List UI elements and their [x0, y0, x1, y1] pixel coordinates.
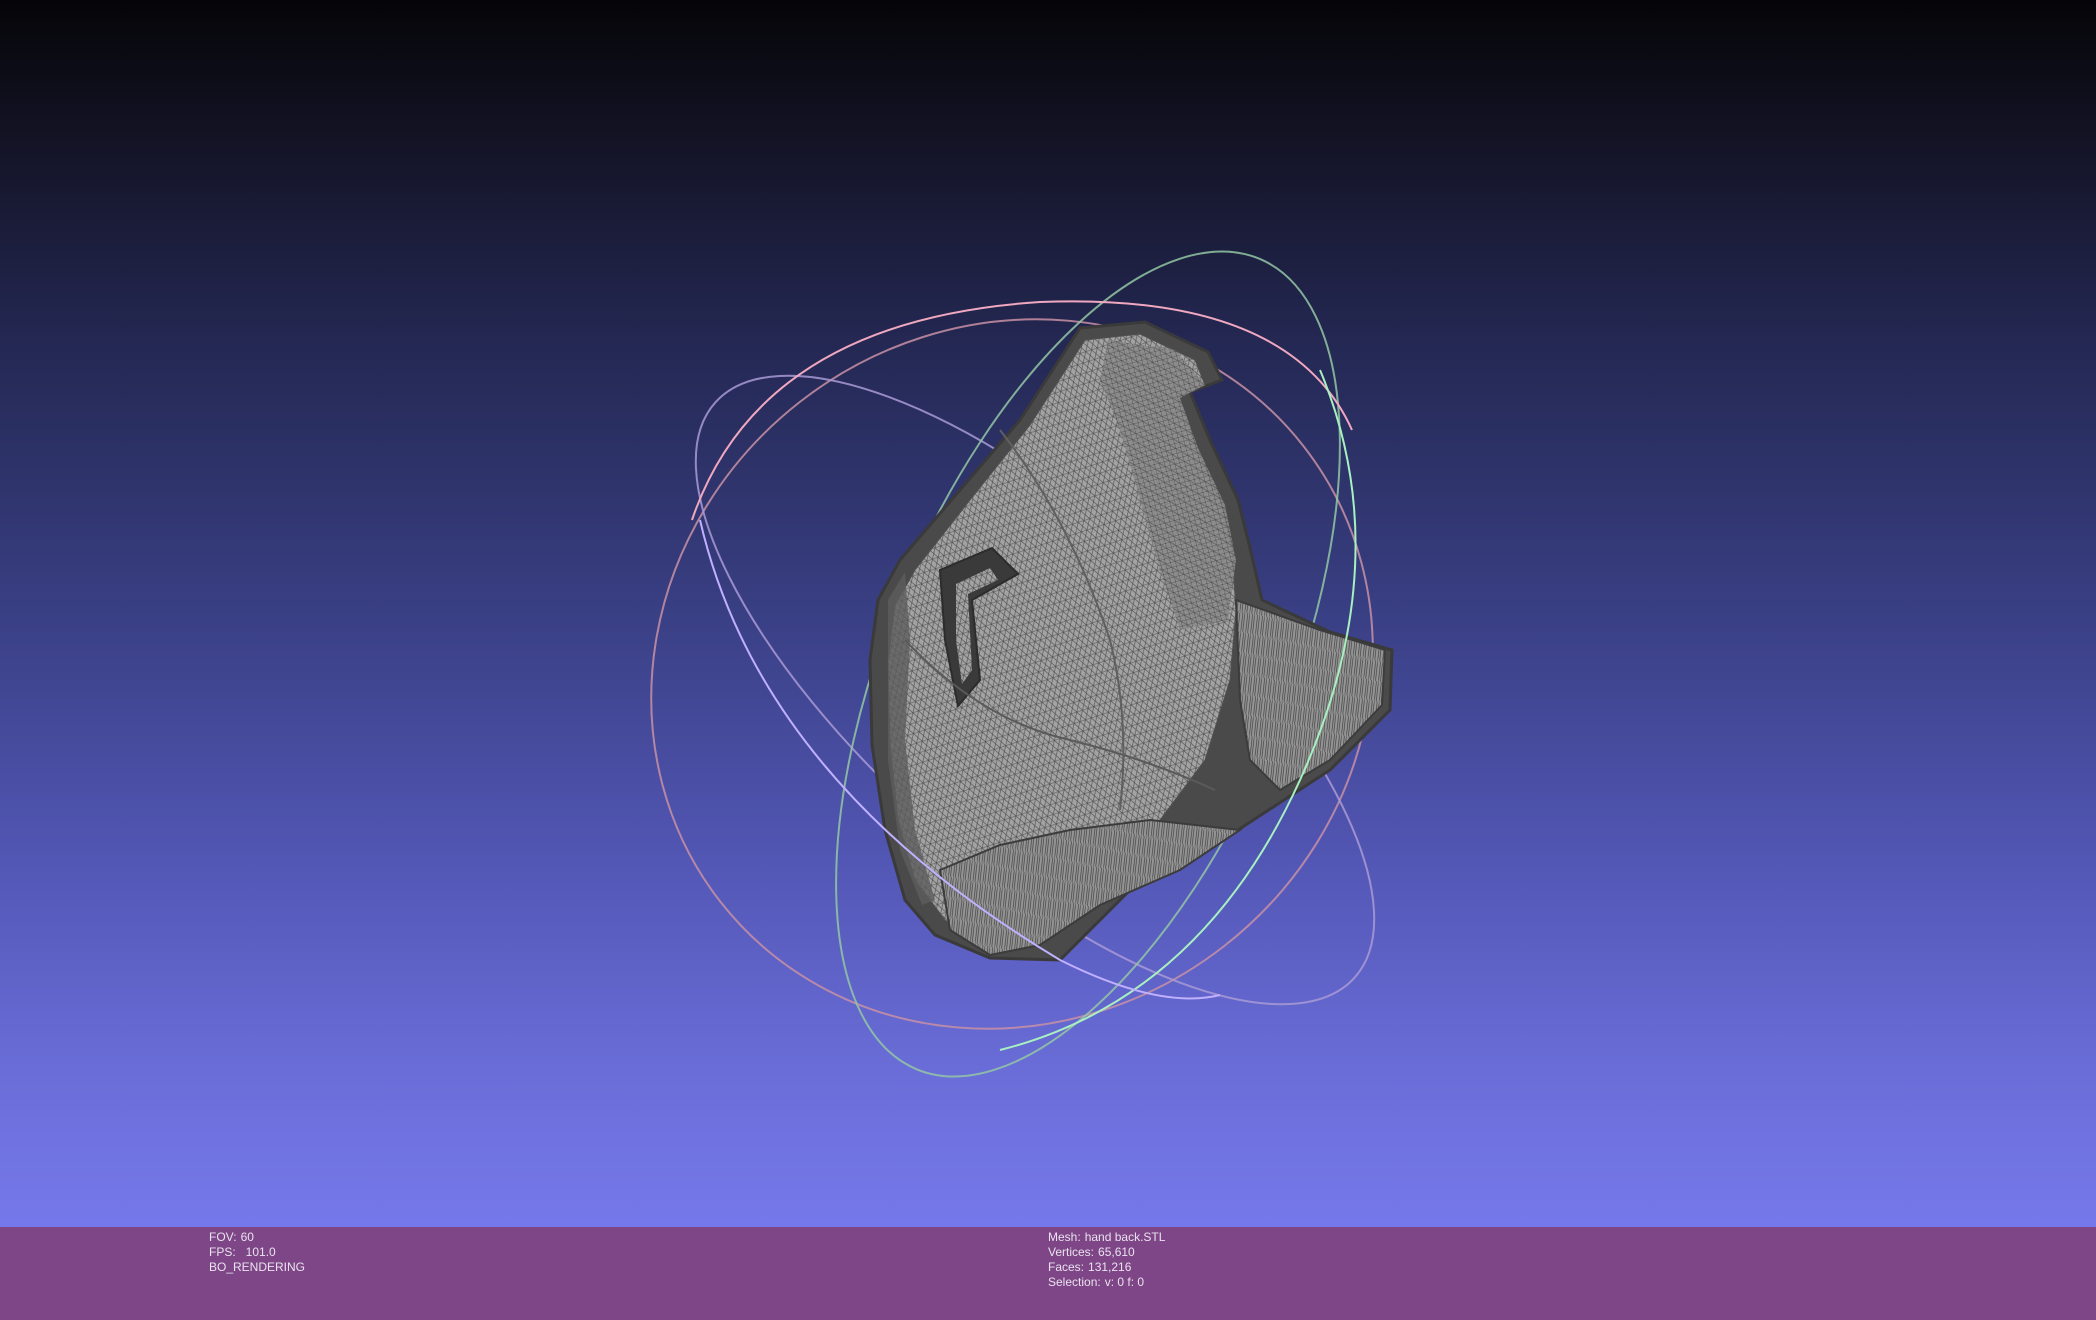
vertices-value: 65,610: [1098, 1245, 1135, 1259]
selection-value: v: 0 f: 0: [1104, 1275, 1145, 1289]
mesh-right-flap: [1234, 598, 1387, 792]
selection-label: Selection:: [1048, 1275, 1101, 1289]
mesh-scene[interactable]: [0, 0, 2096, 1227]
vertices-label: Vertices:: [1048, 1245, 1095, 1259]
mesh-info: Mesh: hand back.STL Vertices: 65,610 Faces…: [1048, 1230, 1165, 1290]
render-info: FOV: 60 FPS: 101.0 BO_RENDERING: [209, 1230, 305, 1275]
mesh-name-readout: Mesh: hand back.STL: [1048, 1230, 1165, 1245]
vertices-readout: Vertices: 65,610: [1048, 1245, 1165, 1260]
fov-value: 60: [240, 1230, 254, 1244]
faces-value: 131,216: [1088, 1260, 1132, 1274]
fps-value: 101.0: [245, 1245, 276, 1259]
fps-label: FPS:: [209, 1245, 236, 1259]
info-bar: FOV: 60 FPS: 101.0 BO_RENDERING Mesh: hand …: [0, 1227, 2096, 1320]
mesh-value: hand back.STL: [1084, 1230, 1166, 1244]
fov-readout: FOV: 60: [209, 1230, 305, 1245]
3d-viewport[interactable]: [0, 0, 2096, 1227]
mesh-label: Mesh:: [1048, 1230, 1081, 1244]
faces-label: Faces:: [1048, 1260, 1085, 1274]
fps-readout: FPS: 101.0: [209, 1245, 305, 1260]
meshlab-window: FOV: 60 FPS: 101.0 BO_RENDERING Mesh: hand …: [0, 0, 2096, 1320]
selection-readout: Selection: v: 0 f: 0: [1048, 1275, 1165, 1290]
faces-readout: Faces: 131,216: [1048, 1260, 1165, 1275]
render-mode: BO_RENDERING: [209, 1260, 306, 1274]
fov-label: FOV:: [209, 1230, 237, 1244]
mesh-model[interactable]: [868, 320, 1394, 962]
